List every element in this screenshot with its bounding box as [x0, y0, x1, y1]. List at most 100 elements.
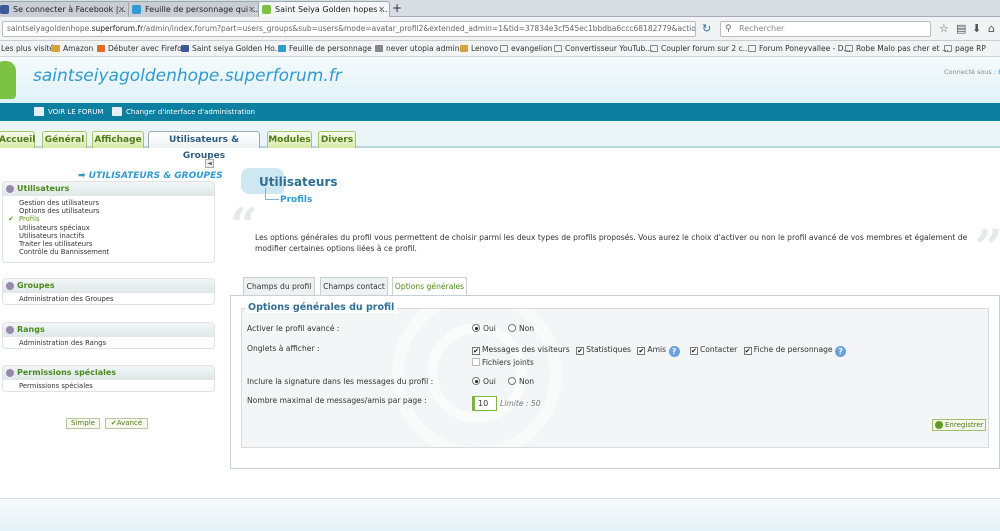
max-messages-limit: Limite : 50	[500, 399, 541, 408]
tab-affichage[interactable]: Affichage	[92, 131, 144, 148]
firefox-icon	[97, 45, 105, 52]
help-icon[interactable]: ?	[668, 346, 680, 357]
panel-header: Groupes	[3, 279, 214, 293]
tab-accueil[interactable]: Accueil	[0, 131, 35, 148]
facebook-icon	[0, 5, 9, 14]
users-icon	[6, 185, 14, 193]
forum-icon	[278, 45, 286, 52]
bookmark-item[interactable]: Robe Malo pas cher et ...	[845, 41, 949, 56]
checkbox-checked[interactable]: ✔	[637, 347, 646, 355]
permissions-icon	[6, 369, 14, 377]
tab-utilisateurs-groupes[interactable]: Utilisateurs & Groupes	[148, 131, 260, 161]
signature-yes[interactable]: Oui	[472, 377, 496, 386]
panel-utilisateurs: Utilisateurs Gestion des utilisateurs Op…	[2, 181, 215, 263]
bookmark-item[interactable]: page RP	[944, 41, 986, 56]
tab-divers[interactable]: Divers	[318, 131, 356, 148]
save-button[interactable]: Enregistrer	[932, 419, 986, 431]
radio-unselected[interactable]	[507, 324, 516, 332]
clipboard-icon[interactable]: ▤	[956, 22, 966, 35]
change-interface-link[interactable]: Changer d'interface d'administration	[112, 103, 255, 121]
url-domain: superforum.fr	[91, 24, 144, 33]
tab-options-generales[interactable]: Options générales	[392, 277, 467, 296]
collapse-sidebar-icon[interactable]: ◄	[205, 159, 214, 168]
option-fiche-personnage[interactable]: ✔ Fiche de personnage	[743, 345, 833, 355]
option-contacter[interactable]: ✔ Contacter	[689, 345, 738, 355]
tab-general[interactable]: Général	[42, 131, 87, 148]
checkbox-checked[interactable]: ✔	[472, 347, 480, 355]
sidebar-item-utilisateurs-inactifs[interactable]: Utilisateurs inactifs	[3, 232, 214, 240]
checkbox-unchecked[interactable]	[472, 358, 480, 366]
bookmark-item[interactable]: Débuter avec Firefox	[97, 41, 186, 56]
site-title[interactable]: saintseiyagoldenhope.superforum.fr	[33, 66, 342, 86]
home-icon[interactable]: ⌂	[988, 22, 995, 35]
radio-label: Non	[518, 324, 535, 333]
search-input[interactable]: ⚲ Rechercher	[720, 21, 931, 37]
browser-tab-feuille[interactable]: Feuille de personnage qui ... ✕	[128, 1, 260, 17]
url-prefix: saintseiyagoldenhope.	[7, 24, 92, 33]
bookmark-item[interactable]: evangelion	[500, 41, 552, 56]
search-icon: ⚲	[725, 24, 732, 34]
new-tab-icon[interactable]: +	[392, 1, 402, 15]
tab-label: Feuille de personnage qui ...	[145, 5, 259, 14]
advanced-profile-no[interactable]: Non	[507, 324, 535, 333]
checkbox-label: Contacter	[699, 345, 738, 354]
option-fichiers-joints[interactable]: Fichiers joints	[472, 358, 534, 367]
radio-selected[interactable]	[472, 324, 480, 332]
url-input[interactable]: saintseiyagoldenhope.superforum.fr/admin…	[2, 21, 696, 37]
page-icon	[845, 45, 853, 52]
option-messages-visiteurs[interactable]: ✔ Messages des visiteurs	[472, 345, 570, 355]
radio-unselected[interactable]	[507, 377, 516, 385]
tab-champs-contact[interactable]: Champs contact	[320, 277, 388, 295]
bookmark-label: page RP	[955, 44, 986, 53]
sidebar-item-permissions-speciales[interactable]: Permissions spéciales	[3, 382, 214, 390]
advanced-mode-button[interactable]: ✔Avancé	[105, 418, 148, 429]
sidebar-item-admin-groupes[interactable]: Administration des Groupes	[3, 295, 214, 303]
close-icon[interactable]: ✕	[118, 2, 125, 17]
bookmark-item[interactable]: Convertisseur YouTub...	[554, 41, 652, 56]
simple-mode-button[interactable]: Simple	[66, 418, 100, 429]
view-forum-link[interactable]: VOIR LE FORUM	[34, 103, 103, 121]
browser-tab-saint-seiya[interactable]: Saint Seiya Golden hopes ... ✕	[258, 1, 390, 17]
checkbox-label: Messages des visiteurs	[482, 345, 570, 354]
page-icon	[500, 45, 508, 52]
sidebar-item-profils[interactable]: ✔ Profils	[3, 215, 214, 223]
checkbox-checked[interactable]: ✔	[743, 347, 752, 355]
sidebar-item-utilisateurs-speciaux[interactable]: Utilisateurs spéciaux	[3, 224, 214, 232]
link-icon	[375, 45, 383, 52]
checkbox-checked[interactable]: ✔	[576, 347, 585, 355]
tab-champs-profil[interactable]: Champs du profil	[243, 277, 315, 295]
sidebar-item-traiter-utilisateurs[interactable]: Traiter les utilisateurs	[3, 240, 214, 248]
sidebar-item-admin-rangs[interactable]: Administration des Rangs	[3, 339, 214, 347]
checkbox-checked[interactable]: ✔	[689, 347, 698, 355]
close-icon[interactable]: ✕	[378, 2, 385, 17]
radio-selected[interactable]	[472, 377, 480, 385]
help-icon[interactable]: ?	[835, 346, 847, 357]
reload-icon[interactable]: ↻	[702, 22, 711, 35]
bookmark-item[interactable]: Saint seiya Golden Ho...	[181, 41, 282, 56]
bookmark-item[interactable]: Lenovo	[460, 41, 498, 56]
download-icon[interactable]: ⬇	[972, 22, 981, 35]
sidebar-item-options-utilisateurs[interactable]: Options des utilisateurs	[3, 207, 214, 215]
bookmark-item[interactable]: never utopia admins	[375, 41, 463, 56]
option-amis[interactable]: ✔ Amis	[637, 345, 666, 355]
close-icon[interactable]: ✕	[248, 2, 255, 17]
bookmark-star-icon[interactable]: ☆	[939, 22, 949, 35]
bookmark-item[interactable]: Les plus visités	[0, 41, 58, 56]
tabs-to-show-label: Onglets à afficher :	[247, 344, 320, 353]
panel-permissions: Permissions spéciales Permissions spécia…	[2, 365, 215, 392]
bookmark-item[interactable]: Amazon	[52, 41, 93, 56]
tab-label: Saint Seiya Golden hopes ...	[275, 5, 388, 14]
save-icon	[935, 421, 943, 429]
bookmark-item[interactable]: Forum Poneyvallee - D...	[748, 41, 851, 56]
signature-no[interactable]: Non	[507, 377, 534, 386]
advanced-profile-yes[interactable]: Oui	[472, 324, 496, 333]
panel-header: Rangs	[3, 323, 214, 337]
sidebar-item-controle-bannissement[interactable]: Contrôle du Bannissement	[3, 248, 214, 256]
browser-tab-facebook[interactable]: Se connecter à Facebook |... ✕	[0, 1, 130, 17]
max-messages-input[interactable]: 10	[472, 396, 497, 411]
option-statistiques[interactable]: ✔ Statistiques	[576, 345, 631, 355]
sidebar-item-gestion-utilisateurs[interactable]: Gestion des utilisateurs	[3, 199, 214, 207]
bookmark-item[interactable]: Coupler forum sur 2 c...	[650, 41, 750, 56]
tab-modules[interactable]: Modules	[267, 131, 312, 148]
bookmark-item[interactable]: Feuille de personnage ...	[278, 41, 381, 56]
